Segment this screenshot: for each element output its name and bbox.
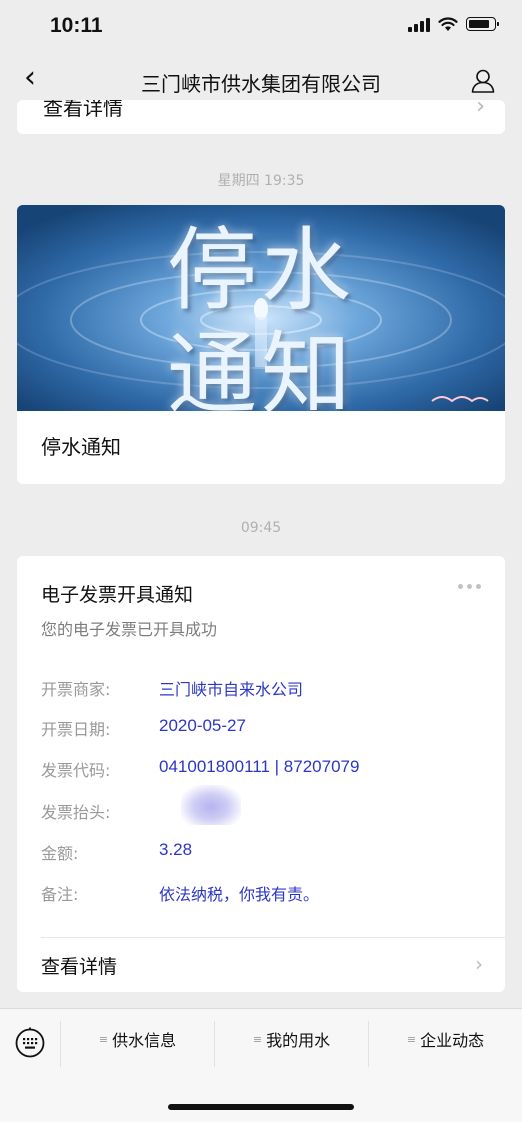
menu-item-water-supply-info[interactable]: ≡ 供水信息 (61, 1009, 214, 1069)
status-icons (408, 16, 499, 32)
status-bar: 10:11 (0, 0, 522, 50)
timestamp: 09:45 (240, 520, 282, 536)
chevron-right-icon: › (476, 100, 485, 119)
view-details-label: 查看详情 (41, 956, 118, 978)
article-banner-image: 停水 通知 (17, 205, 505, 411)
row-label: 开票日期: (41, 720, 111, 739)
chat-title: 三门峡市供水集团有限公司 (141, 72, 381, 96)
row-value: 3.28 (159, 840, 193, 859)
invoice-title: 电子发票开具通知 (41, 584, 194, 606)
row-label: 发票代码: (41, 761, 111, 780)
row-label: 金额: (41, 844, 79, 863)
article-card[interactable]: 停水 通知 停水通知 (17, 205, 505, 484)
previous-message-card[interactable]: 查看详情 › (17, 100, 505, 134)
invoice-subtitle: 您的电子发票已开具成功 (41, 620, 218, 639)
row-label: 开票商家: (41, 680, 111, 699)
timestamp: 星期四 19:35 (217, 173, 305, 189)
menu-item-my-water-usage[interactable]: ≡ 我的用水 (215, 1009, 368, 1069)
battery-icon (466, 17, 499, 31)
banner-title-line2: 通知 (167, 322, 355, 411)
menu-item-label: 企业动态 (420, 1031, 485, 1050)
submenu-icon: ≡ (406, 1032, 417, 1046)
more-options-icon[interactable] (458, 584, 481, 589)
keyboard-icon (15, 1027, 45, 1058)
wifi-icon (438, 16, 458, 31)
home-indicator (168, 1104, 354, 1110)
row-value: 2020-05-27 (159, 716, 246, 735)
redacted-value (181, 785, 241, 825)
keyboard-toggle-button[interactable] (0, 1009, 60, 1069)
menu-item-label: 我的用水 (266, 1031, 331, 1050)
menu-item-label: 供水信息 (112, 1031, 177, 1050)
submenu-icon: ≡ (252, 1032, 263, 1046)
row-label: 发票抬头: (41, 803, 111, 822)
invoice-notification-card: 电子发票开具通知 您的电子发票已开具成功 开票商家: 三门峡市自来水公司 开票日… (17, 556, 505, 992)
menu-item-company-news[interactable]: ≡ 企业动态 (369, 1009, 522, 1069)
row-value: 041001800111 | 87207079 (159, 757, 360, 776)
row-label: 备注: (41, 885, 79, 904)
row-value: 依法纳税，你我有责。 (159, 885, 320, 904)
row-value: 三门峡市自来水公司 (159, 680, 304, 699)
cellular-signal-icon (408, 16, 430, 32)
previous-card-detail-label: 查看详情 (43, 100, 123, 120)
status-time: 10:11 (50, 14, 103, 37)
view-details-link[interactable]: 查看详情 › (17, 938, 505, 992)
profile-icon[interactable] (470, 68, 496, 94)
article-title: 停水通知 (41, 435, 121, 459)
chevron-right-icon: › (475, 952, 483, 976)
submenu-icon: ≡ (98, 1032, 109, 1046)
